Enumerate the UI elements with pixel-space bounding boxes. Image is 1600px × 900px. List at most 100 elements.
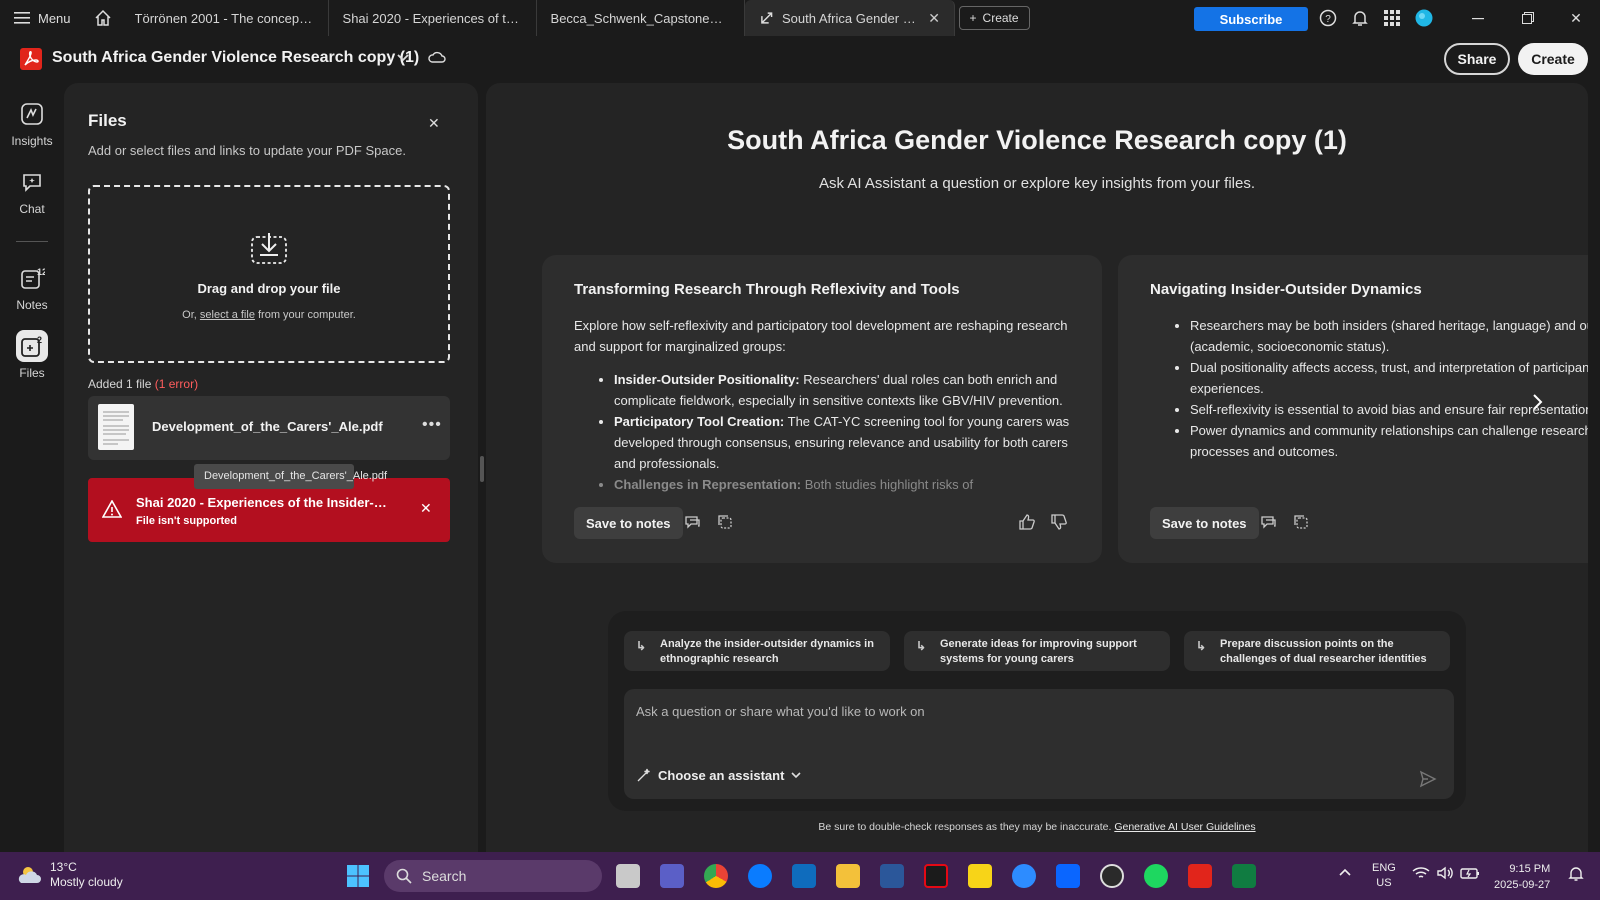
thumbs-up-icon[interactable] [1018,513,1038,533]
acrobat-logo-icon [20,48,42,70]
home-button[interactable] [85,0,121,36]
excel-icon[interactable] [1232,864,1256,888]
chevron-right-icon[interactable] [1526,391,1548,413]
insight-card: Navigating Insider-Outsider Dynamics Res… [1118,255,1588,563]
zoom-icon[interactable] [1012,864,1036,888]
system-clock[interactable]: 9:15 PM 2025-09-27 [1494,861,1550,893]
create-tab-button[interactable]: + Create [958,6,1030,30]
panel-resize-handle[interactable] [480,456,484,482]
comment-icon[interactable] [1260,513,1280,533]
arrow-turn-icon: ↳ [636,639,647,653]
rail-item-files[interactable]: 2 Files [8,330,56,380]
acrobat-taskbar-icon[interactable] [1188,864,1212,888]
sticky-notes-icon[interactable] [968,864,992,888]
file-dropzone[interactable]: Drag and drop your file Or, select a fil… [88,185,450,363]
rail-item-notes[interactable]: 12 Notes [8,262,56,312]
tab-shai[interactable]: Shai 2020 - Experiences of the i... [329,0,537,36]
bell-icon[interactable] [1350,8,1370,28]
language-indicator[interactable]: ENG US [1372,861,1396,891]
tab-label: Törrönen 2001 - The concept of s... [134,10,314,26]
chrome-icon[interactable] [704,864,728,888]
suggestion-text: Generate ideas for improving support sys… [940,638,1137,665]
ai-disclaimer: Be sure to double-check responses as the… [486,821,1588,833]
task-view-icon[interactable] [616,864,640,888]
main-content: South Africa Gender Violence Research co… [486,83,1588,853]
messenger-icon[interactable] [748,864,772,888]
card-intro: Explore how self-reflexivity and partici… [574,318,1068,354]
wifi-icon[interactable] [1412,866,1430,883]
save-to-notes-button[interactable]: Save to notes [1150,507,1259,539]
rail-item-insights[interactable]: Insights [8,98,56,148]
apps-grid-icon[interactable] [1382,8,1402,28]
share-button[interactable]: Share [1444,43,1510,75]
added-count: Added 1 file [88,377,152,391]
close-tab-icon[interactable]: ✕ [928,10,939,27]
help-icon[interactable]: ? [1318,8,1338,28]
ask-input[interactable] [636,699,1436,723]
added-error-count: (1 error) [154,377,199,391]
dropzone-or: Or, [182,309,197,321]
chevron-down-icon[interactable] [396,50,410,69]
page-subtitle: Ask AI Assistant a question or explore k… [818,175,1256,192]
thumbs-down-icon[interactable] [1050,513,1070,533]
guidelines-link[interactable]: Generative AI User Guidelines [1114,821,1255,833]
close-window-icon[interactable]: ✕ [1564,6,1588,30]
notification-icon[interactable] [1568,866,1584,885]
tab-becca[interactable]: Becca_Schwenk_Capstone_Fin... [537,0,745,36]
volume-icon[interactable] [1436,866,1454,883]
restore-icon[interactable] [1516,6,1540,30]
meta-icon[interactable] [1056,864,1080,888]
bullet-head: Participatory Tool Creation: [614,414,785,429]
menu-button[interactable]: Menu [0,0,85,36]
chevron-up-icon[interactable] [1338,866,1352,883]
send-icon[interactable] [1418,769,1438,794]
minimize-icon[interactable] [1466,6,1490,30]
windows-start-icon[interactable] [346,864,370,888]
avatar[interactable] [1414,8,1434,28]
file-tooltip: Development_of_the_Carers'_Ale.pdf [194,464,387,489]
outlook-icon[interactable] [792,864,816,888]
close-panel-icon[interactable]: ✕ [428,115,440,132]
files-panel-title: Files [88,111,127,130]
file-row[interactable]: Development_of_the_Carers'_Ale.pdf ••• [88,396,450,460]
assistant-label: Choose an assistant [658,767,785,783]
rail-divider [16,241,48,242]
media-player-icon[interactable] [1100,864,1124,888]
suggestion-chip[interactable]: ↳ Prepare discussion points on the chall… [1184,631,1450,671]
more-options-icon[interactable]: ••• [422,416,442,434]
comment-icon[interactable] [684,513,704,533]
warning-icon [101,499,123,523]
cloud-icon[interactable] [428,50,446,69]
arrow-turn-icon: ↳ [916,639,927,653]
choose-assistant-button[interactable]: Choose an assistant [636,767,802,783]
spotify-icon[interactable] [1144,864,1168,888]
file-explorer-icon[interactable] [836,864,860,888]
rail-label: Notes [16,298,48,312]
tab-south-africa[interactable]: South Africa Gender Vi... ✕ [744,0,955,36]
tab-torronen[interactable]: Törrönen 2001 - The concept of s... [121,0,329,36]
subscribe-button[interactable]: Subscribe [1194,7,1308,31]
netflix-icon[interactable] [924,864,948,888]
copy-icon[interactable] [1292,513,1312,533]
error-message: File isn't supported [136,515,238,527]
lang-region: US [1376,877,1392,889]
card-title: Navigating Insider-Outsider Dynamics [1150,281,1422,298]
files-icon: 2 [16,330,48,362]
suggestion-chip[interactable]: ↳ Generate ideas for improving support s… [904,631,1170,671]
weather-widget[interactable]: 13°C Mostly cloudy [16,860,123,890]
rail-item-chat[interactable]: Chat [8,166,56,216]
word-icon[interactable] [880,864,904,888]
dismiss-error-icon[interactable]: ✕ [420,500,432,517]
card-bullet: Participatory Tool Creation: The CAT-YC … [614,411,1074,474]
select-file-link[interactable]: select a file [200,309,255,321]
taskbar-search[interactable]: Search [384,860,602,892]
hamburger-icon [14,12,30,24]
dropzone-suffix: from your computer. [258,309,356,321]
prompt-box: ↳ Analyze the insider-outsider dynamics … [608,611,1466,811]
copy-icon[interactable] [716,513,736,533]
save-to-notes-button[interactable]: Save to notes [574,507,683,539]
battery-icon[interactable] [1460,866,1480,883]
teams-icon[interactable] [660,864,684,888]
create-button[interactable]: Create [1518,43,1588,75]
suggestion-chip[interactable]: ↳ Analyze the insider-outsider dynamics … [624,631,890,671]
